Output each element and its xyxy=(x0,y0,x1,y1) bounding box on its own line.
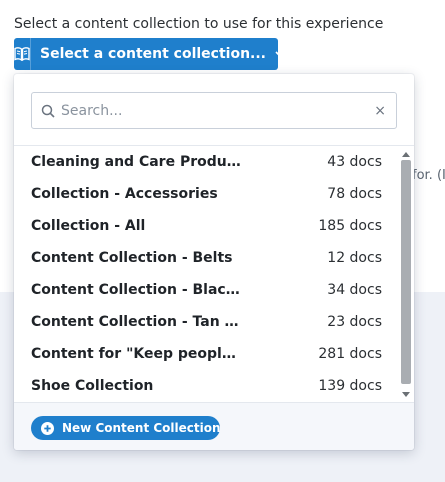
collection-doc-count: 185 docs xyxy=(318,218,382,234)
scroll-down-arrow-icon[interactable] xyxy=(400,388,412,400)
collection-name: Content Collection - Belts xyxy=(31,250,233,266)
collection-doc-count: 78 docs xyxy=(327,186,382,202)
dropdown-footer: New Content Collection xyxy=(14,402,414,450)
collection-doc-count: 281 docs xyxy=(318,346,382,362)
scrollbar-thumb[interactable] xyxy=(401,160,411,384)
collection-select-button[interactable]: Select a content collection... xyxy=(14,38,285,70)
new-content-collection-button[interactable]: New Content Collection xyxy=(31,416,221,440)
collection-name: Collection - All xyxy=(31,218,146,234)
list-item[interactable]: Content Collection - Belts 12 docs xyxy=(14,242,398,274)
collection-name: Collection - Accessories xyxy=(31,186,218,202)
search-input[interactable] xyxy=(61,102,361,119)
list-item[interactable]: Content Collection - Black Shoes 34 docs xyxy=(14,274,398,306)
background-partial-text: for. (I xyxy=(412,168,445,183)
search-box: × xyxy=(31,92,397,129)
clear-search-icon[interactable]: × xyxy=(374,102,386,120)
collection-name: Cleaning and Care Products xyxy=(31,154,241,170)
collection-doc-count: 43 docs xyxy=(327,154,382,170)
list-item[interactable]: Collection - Accessories 78 docs xyxy=(14,178,398,210)
collection-name: Content for "Keep people on site" xyxy=(31,346,241,362)
collection-name: Content Collection - Tan Shoes xyxy=(31,314,241,330)
book-icon xyxy=(14,38,31,70)
collection-name: Shoe Collection xyxy=(31,378,154,394)
collection-list: Cleaning and Care Products 43 docs Colle… xyxy=(14,146,398,402)
collection-doc-count: 23 docs xyxy=(327,314,382,330)
search-area: × xyxy=(14,74,414,146)
collection-doc-count: 34 docs xyxy=(327,282,382,298)
collection-name: Content Collection - Black Shoes xyxy=(31,282,241,298)
list-scrollbar[interactable] xyxy=(400,146,412,402)
scroll-up-arrow-icon[interactable] xyxy=(400,148,412,160)
list-item[interactable]: Cleaning and Care Products 43 docs xyxy=(14,146,398,178)
collection-select-label: Select a content collection... xyxy=(40,46,267,62)
list-item[interactable]: Shoe Collection 139 docs xyxy=(14,370,398,402)
plus-circle-icon xyxy=(41,421,54,435)
list-item[interactable]: Collection - All 185 docs xyxy=(14,210,398,242)
collection-dropdown-panel: × Cleaning and Care Products 43 docs Col… xyxy=(14,74,414,450)
search-icon xyxy=(41,104,55,118)
list-item[interactable]: Content Collection - Tan Shoes 23 docs xyxy=(14,306,398,338)
new-content-collection-label: New Content Collection xyxy=(62,421,221,435)
collection-prompt: Select a content collection to use for t… xyxy=(14,16,384,32)
collection-doc-count: 12 docs xyxy=(327,250,382,266)
chevron-down-icon xyxy=(275,51,285,57)
list-item[interactable]: Content for "Keep people on site" 281 do… xyxy=(14,338,398,370)
collection-doc-count: 139 docs xyxy=(318,378,382,394)
